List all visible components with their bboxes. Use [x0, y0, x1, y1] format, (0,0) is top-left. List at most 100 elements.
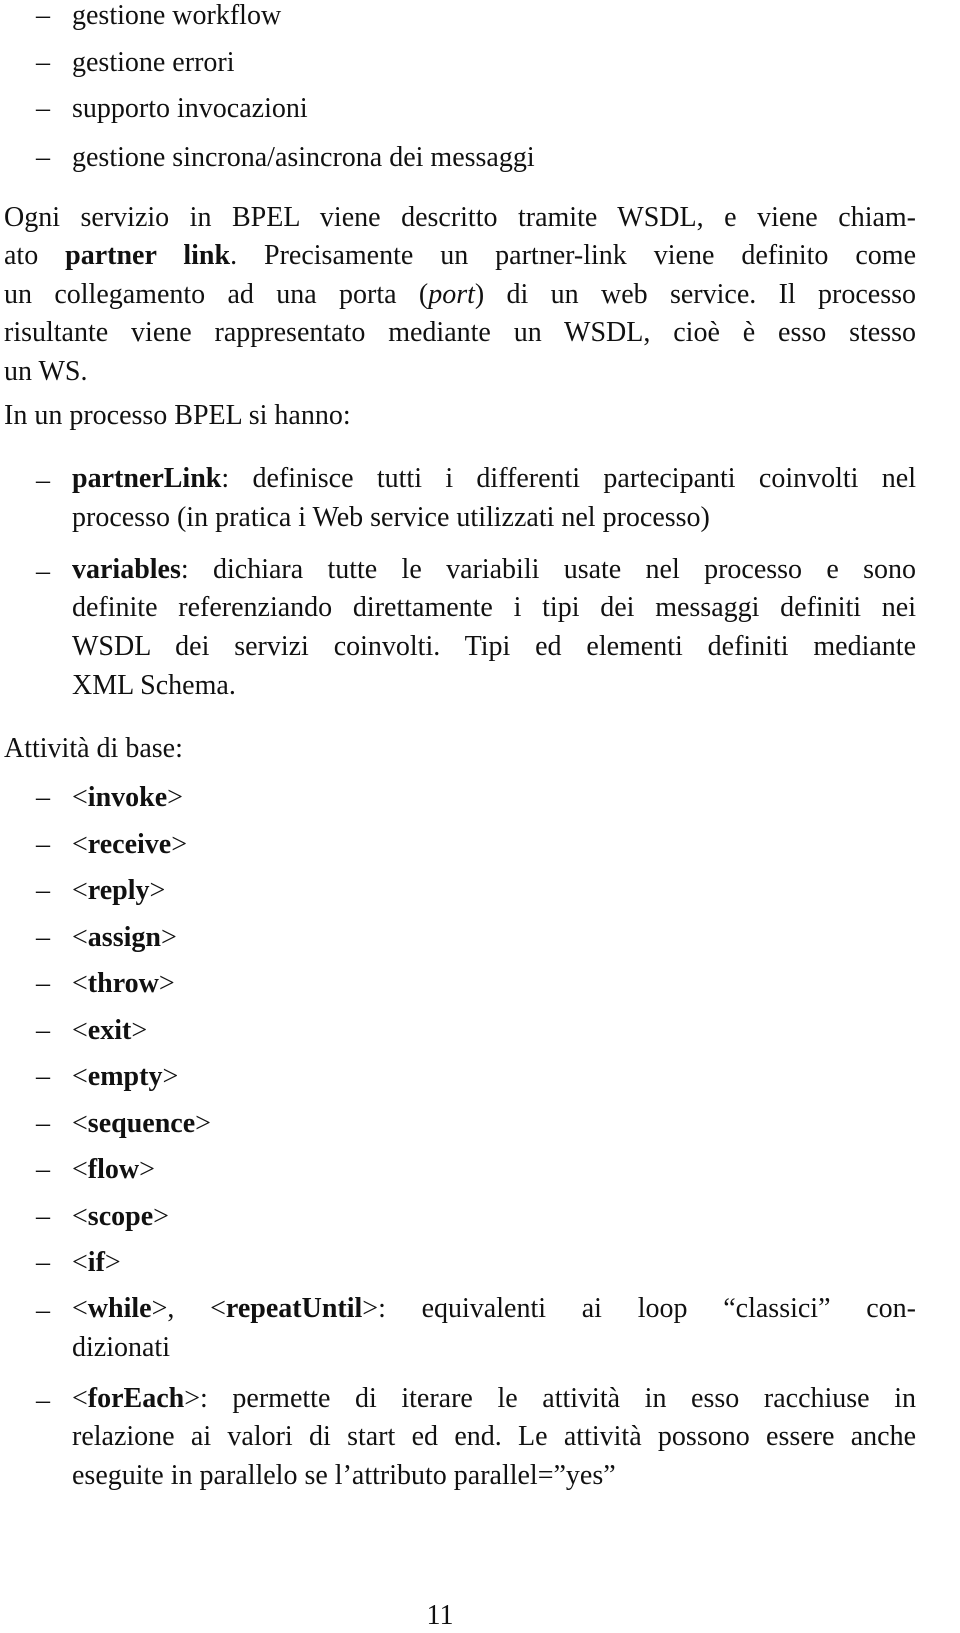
list-item-text: <forEach>: permette di iterare le attivi…: [72, 1385, 916, 1413]
bold-tag: while: [87, 1293, 152, 1324]
activity-item: <assign>: [72, 922, 177, 954]
list-item: gestione workflow: [72, 0, 282, 31]
text-run: >: [104, 1247, 121, 1278]
paragraph-line: Ogni servizio in BPEL viene descritto tr…: [4, 204, 916, 232]
activity-item: <exit>: [72, 1015, 147, 1047]
list-item: variables: dichiara tutte le variabili u…: [72, 556, 916, 584]
list-dash: –: [36, 1247, 50, 1278]
list-dash: –: [36, 93, 50, 124]
list-item-text: WSDL dei servizi coinvolti. Tipi ed elem…: [72, 631, 916, 662]
list-item-continuation: XML Schema.: [72, 670, 236, 701]
paragraph-line: ato partner link. Precisamente un partne…: [4, 242, 916, 270]
activity-item: <scope>: [72, 1201, 169, 1233]
bold-term: partnerLink: [72, 463, 222, 494]
activity-item: <throw>: [72, 968, 175, 1000]
list-item: <while>, <repeatUntil>: equivalenti ai l…: [72, 1295, 916, 1323]
list-dash: –: [36, 1295, 50, 1326]
list-item: supporto invocazioni: [72, 93, 308, 124]
text-run: <: [72, 1201, 88, 1232]
text-run: >: [158, 968, 175, 999]
paragraph-bpel-intro: In un processo BPEL si hanno:: [4, 400, 351, 431]
list-item-text: <while>, <repeatUntil>: equivalenti ai l…: [72, 1293, 917, 1324]
text-run: >: [139, 1154, 155, 1185]
text-run: <: [72, 1015, 88, 1046]
paragraph-text: ato partner link. Precisamente un partne…: [4, 242, 916, 270]
bold-term: partner link: [65, 240, 231, 271]
list-item-text: relazione ai valori di start ed end. Le …: [72, 1421, 916, 1452]
activity-item: <flow>: [72, 1154, 155, 1186]
text-run: : permette di iterare le attività in ess…: [200, 1383, 916, 1414]
activity-item: <receive>: [72, 829, 187, 861]
italic-term: port: [428, 279, 475, 310]
list-dash: –: [36, 1061, 50, 1092]
text-run: <: [72, 782, 88, 813]
bold-tag: sequence: [87, 1108, 196, 1139]
list-item: gestione errori: [72, 47, 235, 78]
text-run: >: [149, 875, 166, 906]
text-run: >: [184, 1383, 201, 1414]
paragraph-text: un WS.: [4, 356, 88, 387]
text-run: : dichiara tutte le variabili usate nel …: [180, 554, 916, 585]
activity-item: <sequence>: [72, 1108, 211, 1140]
text-run: >: [160, 922, 177, 953]
bold-tag: forEach: [87, 1383, 185, 1414]
text-run: <: [210, 1293, 226, 1324]
list-dash: –: [36, 922, 50, 953]
text-run: un collegamento ad una porta (: [4, 279, 429, 310]
list-dash: –: [36, 1108, 50, 1139]
bold-tag: scope: [87, 1201, 154, 1232]
list-dash: –: [36, 875, 50, 906]
text-run: >: [362, 1293, 379, 1324]
list-dash: –: [36, 0, 50, 31]
paragraph-line: un WS.: [4, 358, 88, 386]
bold-tag: flow: [87, 1154, 140, 1185]
paragraph-text: Ogni servizio in BPEL viene descritto tr…: [4, 202, 916, 233]
list-dash: –: [36, 1015, 50, 1046]
activity-item: <empty>: [72, 1061, 178, 1093]
text-run: >: [167, 782, 183, 813]
list-dash: –: [36, 142, 50, 173]
list-item-continuation: relazione ai valori di start ed end. Le …: [72, 1423, 916, 1451]
paragraph-text: un collegamento ad una porta (port) di u…: [4, 281, 916, 309]
list-item-continuation: dizionati: [72, 1332, 170, 1363]
bold-tag: throw: [87, 968, 159, 999]
list-item-continuation: eseguite in parallelo se l’attributo par…: [72, 1460, 616, 1491]
list-item-text: definite referenziando direttamente i ti…: [72, 592, 916, 623]
list-item: partnerLink: definisce tutti i different…: [72, 465, 916, 493]
bold-tag: receive: [87, 829, 172, 860]
text-run: : equivalenti ai loop “classici” con-: [378, 1293, 917, 1324]
bold-tag: reply: [87, 875, 150, 906]
list-item-continuation: WSDL dei servizi coinvolti. Tipi ed elem…: [72, 633, 916, 661]
list-item-text: variables: dichiara tutte le variabili u…: [72, 556, 916, 584]
text-run: >: [162, 1061, 179, 1092]
list-dash: –: [36, 968, 50, 999]
list-dash: –: [36, 782, 50, 813]
text-run: ato: [4, 240, 66, 271]
text-run: <: [72, 1247, 88, 1278]
bold-tag: if: [87, 1247, 105, 1278]
paragraph-line: risultante viene rappresentato mediante …: [4, 319, 916, 347]
page-number: 11: [426, 1600, 454, 1631]
list-dash: –: [36, 47, 50, 78]
text-run: <: [72, 829, 88, 860]
text-run: >: [153, 1201, 169, 1232]
text-run: ) di un web service. Il processo: [474, 279, 916, 310]
bold-term: variables: [72, 554, 181, 585]
activities-heading: Attività di base:: [4, 733, 183, 764]
list-dash: –: [36, 829, 50, 860]
bold-tag: assign: [87, 922, 161, 953]
list-dash: –: [36, 556, 50, 587]
text-run: <: [72, 1061, 88, 1092]
text-run: <: [72, 1154, 88, 1185]
text-run: <: [72, 1293, 88, 1324]
text-run: <: [72, 968, 88, 999]
activity-item: <reply>: [72, 875, 165, 907]
list-item-text: partnerLink: definisce tutti i different…: [72, 465, 916, 493]
document-page: – gestione workflow – gestione errori – …: [0, 0, 960, 1633]
bold-tag: exit: [87, 1015, 132, 1046]
list-item: gestione sincrona/asincrona dei messaggi: [72, 142, 535, 173]
bold-tag: invoke: [87, 782, 168, 813]
text-run: <: [72, 1108, 88, 1139]
list-dash: –: [36, 465, 50, 496]
bold-tag: empty: [87, 1061, 163, 1092]
